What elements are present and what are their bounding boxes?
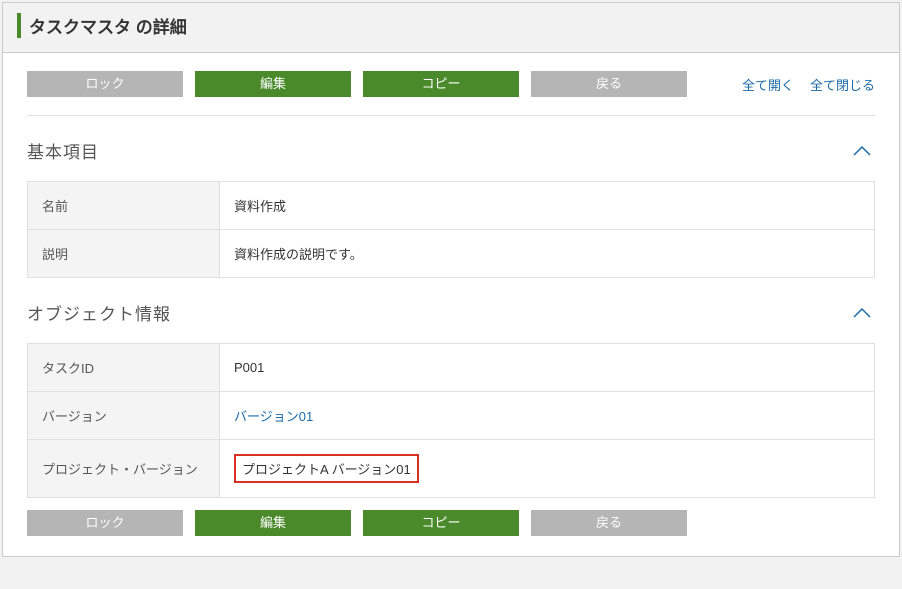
table-row: 名前 資料作成 (28, 182, 875, 230)
edit-button[interactable]: 編集 (195, 510, 351, 536)
top-button-row: ロック 編集 コピー 戻る 全て開く 全て閉じる (27, 71, 875, 116)
back-button[interactable]: 戻る (531, 510, 687, 536)
copy-button[interactable]: コピー (363, 71, 519, 97)
section-basic: 基本項目 名前 資料作成 説明 資料作成の説明です。 (27, 138, 875, 278)
detail-panel: タスクマスタ の詳細 ロック 編集 コピー 戻る 全て開く 全て閉じる 基本項目… (2, 2, 900, 557)
lock-button[interactable]: ロック (27, 510, 183, 536)
table-row: プロジェクト・バージョン プロジェクトA バージョン01 (28, 440, 875, 498)
table-row: バージョン バージョン01 (28, 392, 875, 440)
object-table: タスクID P001 バージョン バージョン01 プロジェクト・バージョン プロ… (27, 343, 875, 498)
content-area: ロック 編集 コピー 戻る 全て開く 全て閉じる 基本項目 名前 資料作成 (3, 53, 899, 556)
header-links: 全て開く 全て閉じる (742, 75, 875, 94)
version-label: バージョン (28, 392, 220, 440)
collapse-all-link[interactable]: 全て閉じる (810, 75, 875, 94)
chevron-up-icon[interactable] (849, 303, 875, 323)
section-object: オブジェクト情報 タスクID P001 バージョン バージョン01 プロジェ (27, 300, 875, 498)
expand-all-link[interactable]: 全て開く (742, 75, 794, 94)
description-value: 資料作成の説明です。 (220, 230, 875, 278)
edit-button[interactable]: 編集 (195, 71, 351, 97)
bottom-button-row: ロック 編集 コピー 戻る (27, 504, 875, 536)
table-row: 説明 資料作成の説明です。 (28, 230, 875, 278)
page-header: タスクマスタ の詳細 (3, 3, 899, 53)
copy-button[interactable]: コピー (363, 510, 519, 536)
basic-table: 名前 資料作成 説明 資料作成の説明です。 (27, 181, 875, 278)
section-basic-header: 基本項目 (27, 138, 875, 163)
taskid-label: タスクID (28, 344, 220, 392)
version-link[interactable]: バージョン01 (234, 409, 313, 424)
back-button[interactable]: 戻る (531, 71, 687, 97)
description-label: 説明 (28, 230, 220, 278)
section-object-title: オブジェクト情報 (27, 300, 171, 325)
chevron-up-icon[interactable] (849, 141, 875, 161)
version-value: バージョン01 (220, 392, 875, 440)
project-version-highlight: プロジェクトA バージョン01 (234, 454, 419, 483)
project-version-label: プロジェクト・バージョン (28, 440, 220, 498)
table-row: タスクID P001 (28, 344, 875, 392)
section-basic-title: 基本項目 (27, 138, 99, 163)
name-value: 資料作成 (220, 182, 875, 230)
project-version-value: プロジェクトA バージョン01 (220, 440, 875, 498)
taskid-value: P001 (220, 344, 875, 392)
page-title: タスクマスタ の詳細 (17, 13, 885, 38)
lock-button[interactable]: ロック (27, 71, 183, 97)
name-label: 名前 (28, 182, 220, 230)
section-object-header: オブジェクト情報 (27, 300, 875, 325)
